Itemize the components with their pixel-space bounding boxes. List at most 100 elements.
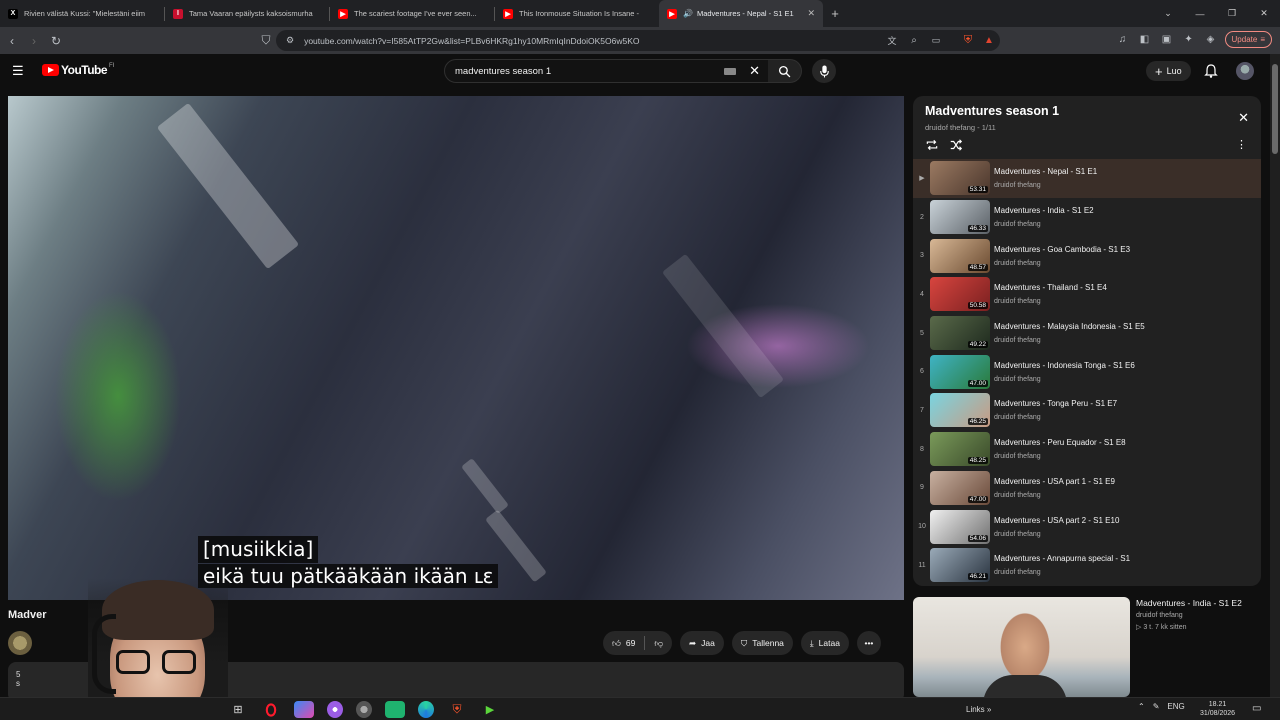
media-icon[interactable]: ♫: [1115, 32, 1131, 48]
reload-icon[interactable]: ↻: [46, 31, 66, 51]
video-player[interactable]: [8, 96, 904, 600]
forward-icon[interactable]: ›: [24, 31, 44, 51]
playlist-item[interactable]: 10 54.06 Madventures - USA part 2 - S1 E…: [913, 507, 1261, 546]
share-button[interactable]: ➦ Jaa: [680, 631, 724, 655]
vpn-icon[interactable]: ◈: [1203, 32, 1219, 48]
video-subtitles: [musiikkia] eikä tuu pätkääkään ikään ւɛ: [198, 536, 499, 590]
close-playlist-icon[interactable]: ✕: [1238, 110, 1249, 126]
browser-tab-active[interactable]: ▶ 🔊 Madventures - Nepal - S1 E1 ✕: [659, 0, 823, 27]
playlist-item[interactable]: 8 48.25 Madventures - Peru Equador - S1 …: [913, 430, 1261, 469]
translate-icon[interactable]: 文: [882, 30, 902, 50]
clear-search-icon[interactable]: ✕: [749, 63, 760, 79]
wallet-icon[interactable]: ▣: [1159, 32, 1175, 48]
terminal-app-icon[interactable]: [385, 701, 405, 718]
task-view-icon[interactable]: ⊞: [228, 701, 248, 718]
channel-avatar[interactable]: [8, 631, 32, 655]
site-info-icon[interactable]: ⚙: [286, 35, 294, 46]
notification-center-icon[interactable]: ▭: [1252, 703, 1261, 714]
install-app-icon[interactable]: ▭: [926, 30, 946, 50]
playlist-item-title: Madventures - Goa Cambodia - S1 E3: [994, 244, 1131, 254]
duration-badge: 49.22: [967, 341, 988, 349]
media-player-icon[interactable]: ▶: [480, 701, 500, 718]
steam-icon[interactable]: [356, 701, 372, 718]
new-tab-button[interactable]: +: [823, 0, 847, 27]
playlist-item[interactable]: 7 46.25 Madventures - Tonga Peru - S1 E7…: [913, 391, 1261, 430]
video-title: Madver: [8, 609, 47, 621]
shuffle-icon[interactable]: [949, 138, 963, 152]
search-input[interactable]: madventures season 1 ✕: [444, 59, 769, 83]
like-button[interactable]: 👍︎ 69: [603, 631, 644, 655]
playlist-item[interactable]: 5 49.22 Madventures - Malaysia Indonesia…: [913, 314, 1261, 353]
close-window-icon[interactable]: ✕: [1248, 0, 1280, 27]
tab-search-icon[interactable]: ⌄: [1152, 0, 1184, 27]
next-video-title[interactable]: Madventures - India - S1 E2: [1136, 598, 1242, 608]
voice-search-button[interactable]: [812, 59, 836, 83]
browser-tab[interactable]: ▶ The scariest footage I've ever seen...: [330, 0, 494, 27]
playlist-title[interactable]: Madventures season 1: [925, 104, 1059, 118]
clock-time: 18.21: [1208, 701, 1227, 708]
playlist-item[interactable]: 3 48.57 Madventures - Goa Cambodia - S1 …: [913, 236, 1261, 275]
language-indicator[interactable]: ENG: [1167, 702, 1184, 711]
restore-icon[interactable]: ❐: [1216, 0, 1248, 27]
brave-rewards-icon[interactable]: ▲: [979, 30, 999, 50]
pen-icon[interactable]: ✎: [1153, 702, 1160, 711]
account-avatar[interactable]: [1236, 62, 1254, 80]
opera-icon[interactable]: [261, 701, 281, 718]
playlist-item-title: Madventures - Peru Equador - S1 E8: [994, 438, 1126, 448]
loop-icon[interactable]: [925, 138, 939, 152]
playlist-item[interactable]: ▶ 53.31 Madventures - Nepal - S1 E1 druid…: [913, 159, 1261, 198]
browser-tab[interactable]: ▶ This Ironmouse Situation Is Insane -: [495, 0, 659, 27]
links-toolbar[interactable]: Links »: [966, 705, 991, 714]
playlist-item-title: Madventures - Indonesia Tonga - S1 E6: [994, 360, 1135, 370]
copilot-icon[interactable]: [294, 701, 314, 718]
playlist-item-channel: druidof thefang: [994, 491, 1041, 499]
close-tab-icon[interactable]: ✕: [807, 8, 815, 19]
youtube-icon: ▶: [338, 8, 348, 19]
playlist-item[interactable]: 6 47.00 Madventures - Indonesia Tonga - …: [913, 352, 1261, 391]
playlist-item[interactable]: 2 46.33 Madventures - India - S1 E2 druid…: [913, 198, 1261, 237]
keyboard-icon[interactable]: [724, 68, 736, 75]
youtube-logo[interactable]: YouTube FI: [42, 63, 114, 77]
chat-app-icon[interactable]: [327, 701, 343, 718]
next-video-thumbnail[interactable]: [913, 597, 1130, 697]
more-actions-button[interactable]: •••: [856, 631, 881, 655]
dislike-button[interactable]: 👎︎: [645, 631, 672, 655]
download-button[interactable]: ⤓ Lataa: [800, 631, 849, 655]
create-button[interactable]: + Luo: [1146, 61, 1191, 81]
playlist-thumbnail: 46.21: [930, 548, 990, 583]
minimize-icon[interactable]: —: [1184, 0, 1216, 27]
edge-icon[interactable]: [418, 701, 434, 718]
taskbar-clock[interactable]: 18.21 31/08/2026: [1200, 700, 1235, 718]
duration-badge: 48.25: [967, 457, 988, 465]
playlist-item[interactable]: 9 47.00 Madventures - USA part 1 - S1 E9…: [913, 469, 1261, 508]
page-scrollbar[interactable]: [1270, 54, 1280, 697]
brave-icon[interactable]: ⛨: [447, 701, 467, 718]
scrollbar-thumb[interactable]: [1272, 64, 1278, 154]
save-button[interactable]: ⛉ Tallenna: [731, 631, 793, 655]
speaker-icon[interactable]: 🔊: [683, 9, 693, 18]
search-button[interactable]: [768, 59, 802, 83]
playlist-thumbnail: 54.06: [930, 509, 990, 544]
playlist-menu-icon[interactable]: ⋮: [1236, 138, 1247, 151]
update-button[interactable]: Update ≡: [1224, 31, 1272, 48]
tab-title: The scariest footage I've ever seen...: [354, 9, 477, 18]
duration-badge: 54.06: [967, 534, 988, 542]
playlist-item-title: Madventures - Nepal - S1 E1: [994, 167, 1098, 177]
back-icon[interactable]: ‹: [2, 31, 22, 51]
more-dots-icon: •••: [864, 638, 874, 648]
tray-expand-icon[interactable]: ⌃: [1138, 702, 1145, 711]
brave-shields-icon[interactable]: ⛨: [958, 30, 978, 50]
thumbs-up-icon: 👍︎: [612, 637, 621, 648]
notifications-bell-icon[interactable]: [1203, 63, 1219, 79]
playlist-item[interactable]: 11 46.21 Madventures - Annapurna special…: [913, 546, 1261, 585]
playlist-item[interactable]: 4 50.58 Madventures - Thailand - S1 E4 dr…: [913, 275, 1261, 314]
zoom-icon[interactable]: ⌕: [904, 30, 924, 50]
browser-tab[interactable]: I Tama Vaaran epäilysts kaksoismurha: [165, 0, 329, 27]
bookmark-icon[interactable]: ⛉: [256, 30, 276, 50]
hamburger-menu-icon[interactable]: ☰: [12, 63, 28, 79]
sidebar-icon[interactable]: ◧: [1137, 32, 1153, 48]
extensions-icon[interactable]: ✦: [1181, 32, 1197, 48]
duration-badge: 47.00: [967, 379, 988, 387]
like-count: 69: [625, 638, 636, 648]
browser-tab[interactable]: X Rivien välistä Kussi: "Mielestäni eiim: [0, 0, 164, 27]
